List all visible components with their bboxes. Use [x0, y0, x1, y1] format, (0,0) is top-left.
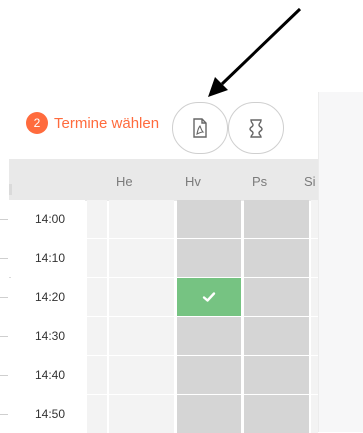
slot-hv[interactable] — [177, 200, 241, 238]
side-panel — [318, 92, 363, 432]
slot-hv[interactable] — [177, 239, 241, 277]
slot-si[interactable] — [311, 317, 318, 355]
pdf-export-button[interactable] — [172, 102, 228, 154]
row-tick — [0, 336, 8, 337]
spacer-cell — [87, 356, 107, 394]
time-label: 14:40 — [9, 356, 85, 394]
row-tick — [0, 375, 8, 376]
time-label: 14:50 — [9, 395, 85, 433]
step-number-badge: 2 — [26, 112, 48, 134]
day-label-he: He — [116, 174, 133, 189]
day-label-si: Si — [304, 174, 316, 189]
row-tick — [0, 219, 8, 220]
day-header-row: He Hv Ps Si — [9, 159, 318, 201]
time-label: 14:20 — [9, 278, 85, 316]
slot-he[interactable] — [109, 278, 174, 316]
time-label: 14:00 — [9, 200, 85, 238]
slot-hv[interactable] — [177, 356, 241, 394]
slot-he[interactable] — [109, 200, 174, 238]
spacer-cell — [87, 317, 107, 355]
row-tick — [0, 297, 8, 298]
slot-si[interactable] — [311, 395, 318, 433]
checkmark-icon — [202, 292, 216, 302]
slot-he[interactable] — [109, 356, 174, 394]
spacer-cell — [87, 278, 107, 316]
slot-he[interactable] — [109, 239, 174, 277]
slot-ps[interactable] — [244, 317, 309, 355]
scroll-document-button[interactable] — [228, 102, 284, 154]
slot-si[interactable] — [311, 239, 318, 277]
day-label-hv: Hv — [185, 174, 201, 189]
left-strip-tab — [9, 184, 12, 195]
row-tick — [0, 414, 8, 415]
slot-ps[interactable] — [244, 395, 309, 433]
row-tick — [0, 258, 8, 259]
spacer-cell — [87, 200, 107, 238]
time-slot-calendar: He Hv Ps Si 14:00 14:10 14:20 14:30 14:4… — [0, 159, 318, 433]
spacer-cell — [87, 239, 107, 277]
pdf-file-icon — [193, 118, 207, 138]
step-header: 2 Termine wählen — [26, 105, 159, 141]
slot-si[interactable] — [311, 278, 318, 316]
day-label-ps: Ps — [252, 174, 268, 189]
slot-hv[interactable] — [177, 395, 241, 433]
slot-ps[interactable] — [244, 239, 309, 277]
step-title: Termine wählen — [54, 114, 160, 132]
slot-si[interactable] — [311, 200, 318, 238]
slot-ps[interactable] — [244, 200, 309, 238]
slot-he[interactable] — [109, 317, 174, 355]
slot-si[interactable] — [311, 356, 318, 394]
time-label: 14:30 — [9, 317, 85, 355]
document-scroll-icon — [249, 119, 263, 138]
time-label: 14:10 — [9, 239, 85, 277]
slot-ps[interactable] — [244, 356, 309, 394]
slot-hv-selected[interactable] — [177, 278, 241, 316]
slot-ps[interactable] — [244, 278, 309, 316]
slot-hv[interactable] — [177, 317, 241, 355]
spacer-cell — [87, 395, 107, 433]
slot-he[interactable] — [109, 395, 174, 433]
